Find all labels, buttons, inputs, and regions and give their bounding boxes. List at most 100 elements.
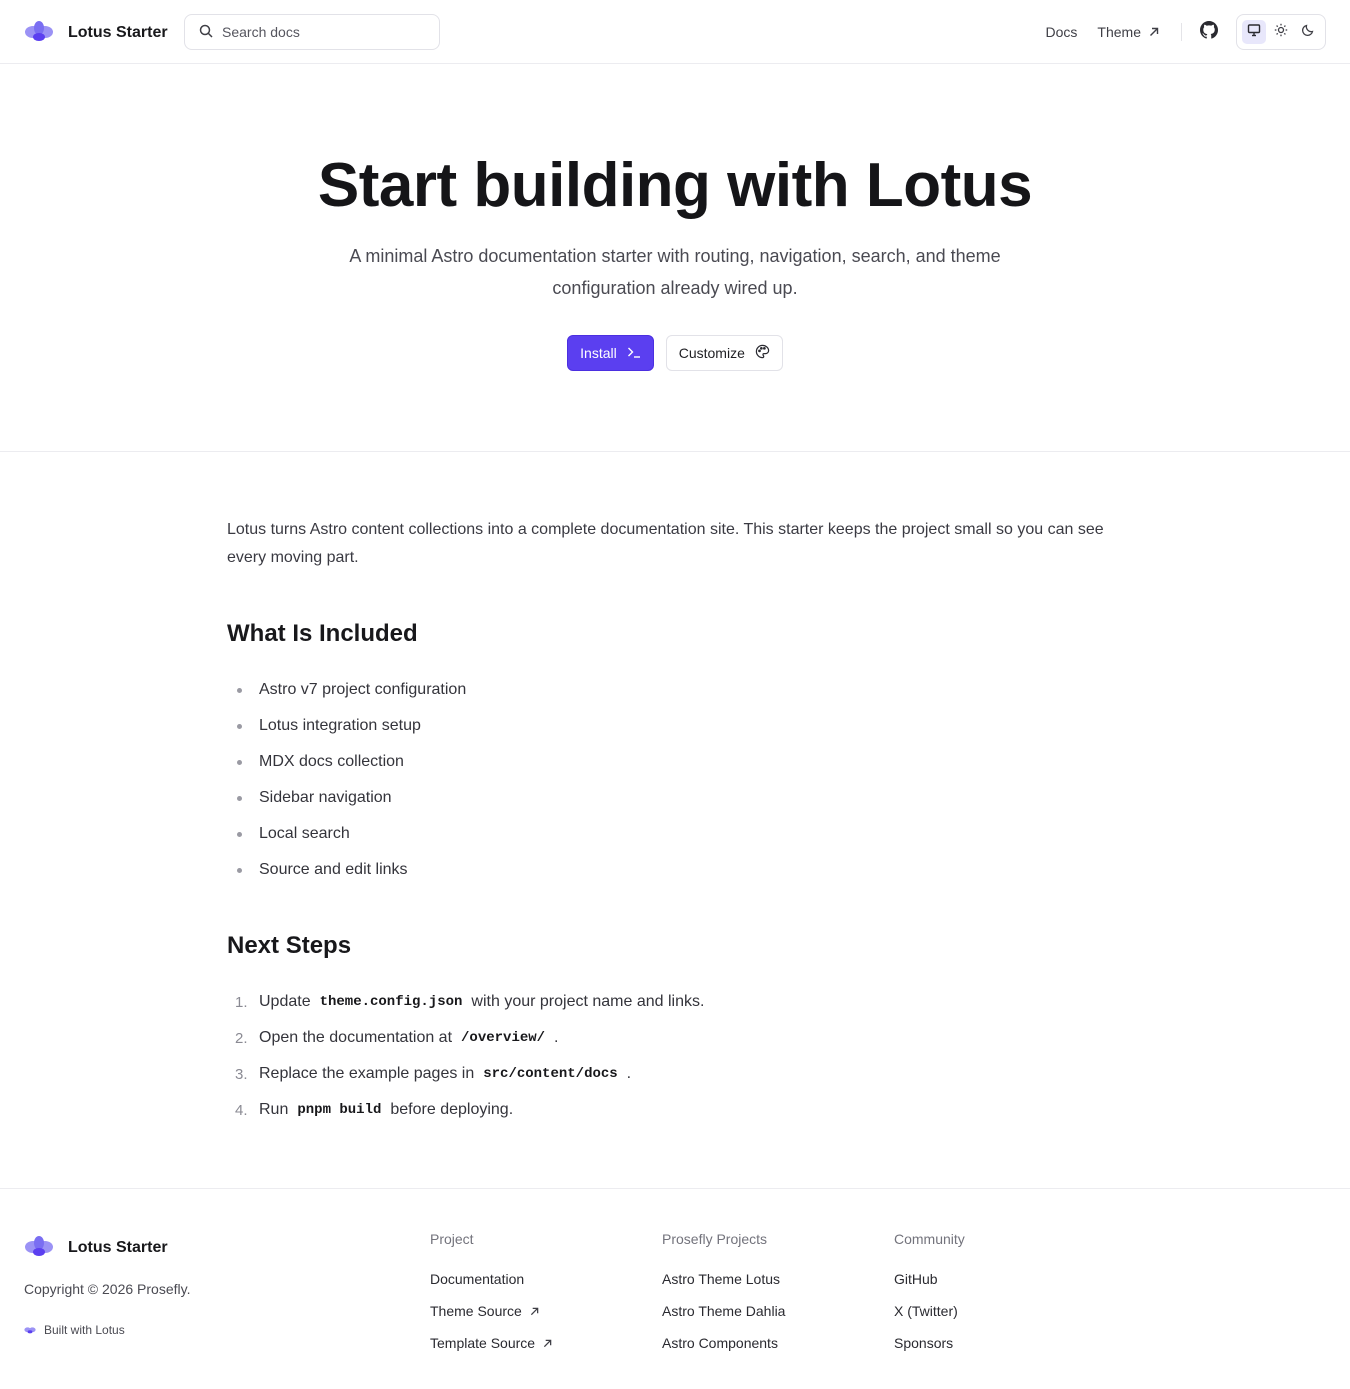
included-heading: What Is Included [227,620,418,647]
bullet [237,687,242,693]
search-icon [199,24,213,41]
install-button-label: Install [580,345,617,361]
light-theme-button[interactable] [1269,20,1293,44]
intro-paragraph: Lotus turns Astro content collections in… [227,521,1104,566]
footer-link-label: Documentation [430,1271,525,1287]
footer-link-astro-components[interactable]: Astro Components [662,1327,785,1359]
footer-link-label: Astro Theme Dahlia [662,1303,786,1319]
list-item: MDX docs collection [227,744,466,780]
step-text: Open the documentation at [259,1029,453,1046]
lotus-logo-icon [24,1233,54,1262]
top-header: Lotus Starter Search docs Docs Theme [0,0,1350,64]
included-list: Astro v7 project configuration Lotus int… [227,672,466,888]
nav-divider [1181,23,1182,41]
nav-link-label: Docs [1045,24,1078,40]
step-item: 4. Run pnpm build before deploying. [227,1092,704,1128]
footer-link-documentation[interactable]: Documentation [430,1263,552,1295]
footer-brand-name: Lotus Starter [68,1238,168,1256]
footer-column-community: Community GitHub X (Twitter) Sponsors [894,1231,965,1359]
footer-link-label: Theme Source [430,1303,522,1319]
list-item-text: Source and edit links [259,861,408,878]
step-text: . [554,1029,559,1046]
monitor-icon [1247,23,1261,42]
step-number: 3. [235,1065,248,1083]
github-icon [1200,20,1218,44]
footer-link-sponsors[interactable]: Sponsors [894,1327,965,1359]
step-text: Replace the example pages in [259,1065,475,1082]
footer-column-title: Community [894,1231,965,1247]
install-button[interactable]: Install [567,335,654,371]
footer-link-astro-theme-dahlia[interactable]: Astro Theme Dahlia [662,1295,785,1327]
list-item-text: Astro v7 project configuration [259,681,467,698]
step-item: 2. Open the documentation at/overview/. [227,1020,704,1056]
palette-icon [755,344,770,362]
header-nav: Docs Theme [1026,14,1326,50]
brand-link[interactable]: Lotus Starter [24,18,168,47]
list-item: Local search [227,816,466,852]
customize-button-label: Customize [678,345,745,361]
list-item: Source and edit links [227,852,466,888]
external-arrow-icon [543,1335,552,1351]
search-placeholder: Search docs [222,24,300,40]
footer-link-label: Sponsors [894,1335,954,1351]
theme-toggle [1236,14,1326,50]
external-arrow-icon [530,1303,539,1319]
lotus-logo-icon [24,1323,36,1337]
bullet [237,831,242,837]
hero-actions: Install Customize [0,335,1350,371]
footer-link-label: Astro Theme Lotus [662,1271,781,1287]
step-item: 3. Replace the example pages in src/conten… [227,1056,704,1092]
list-item: Astro v7 project configuration [227,672,466,708]
list-item-text: Sidebar navigation [259,789,392,806]
list-item-text: MDX docs collection [259,753,404,770]
external-arrow-icon [1149,24,1159,40]
nav-link-docs[interactable]: Docs [1046,24,1078,40]
list-item-text: Local search [259,825,350,842]
footer-link-astro-theme-lotus[interactable]: Astro Theme Lotus [662,1263,785,1295]
github-link[interactable] [1200,20,1218,44]
customize-button[interactable]: Customize [665,335,783,371]
step-number: 2. [235,1029,248,1047]
footer-link-label: Template Source [430,1335,536,1351]
step-number: 1. [235,993,248,1011]
lotus-logo-icon [24,18,54,47]
footer-link-twitter[interactable]: X (Twitter) [894,1295,965,1327]
footer-link-label: GitHub [894,1271,938,1287]
hero-section: Start building with Lotus A minimal Astr… [0,64,1350,452]
step-text: Run [259,1101,289,1118]
list-item-text: Lotus integration setup [259,717,421,734]
step-text: . [626,1065,632,1082]
step-code: src/content/docs [483,1066,618,1082]
built-with-label: Built with Lotus [44,1323,125,1337]
built-with-link[interactable]: Built with Lotus [24,1323,125,1337]
dark-theme-button[interactable] [1296,20,1320,44]
hero-subtitle: A minimal Astro documentation starter wi… [349,246,1001,298]
next-steps-heading: Next Steps [227,932,352,959]
footer-column-title: Prosefly Projects [662,1231,768,1247]
step-code: theme.config.json [319,994,463,1010]
step-text: before deploying. [390,1101,514,1118]
sun-icon [1274,23,1288,42]
brand-name: Lotus Starter [68,23,168,41]
step-text: Update [259,993,311,1010]
footer-brand-link[interactable]: Lotus Starter [24,1233,168,1262]
bullet [237,795,242,801]
terminal-icon [627,345,641,362]
footer-link-template-source[interactable]: Template Source [430,1327,552,1359]
site-footer: Lotus Starter Copyright © 2026 Prosefly.… [0,1188,1350,1389]
list-item: Lotus integration setup [227,708,466,744]
footer-link-github[interactable]: GitHub [894,1263,965,1295]
copyright-text: Copyright © 2026 Prosefly. [24,1281,191,1297]
hero-title: Start building with Lotus [317,151,1033,220]
search-input[interactable]: Search docs [184,14,440,50]
footer-link-theme-source[interactable]: Theme Source [430,1295,552,1327]
nav-link-theme[interactable]: Theme [1097,24,1159,40]
next-steps-list: 1. Update theme.config.json with your proje… [227,984,704,1128]
footer-link-label: X (Twitter) [894,1303,958,1319]
step-text: with your project name and links. [471,993,705,1010]
footer-link-label: Astro Components [662,1335,778,1351]
system-theme-button[interactable] [1242,20,1267,44]
bullet [237,867,242,873]
bullet [237,723,242,729]
step-number: 4. [235,1101,248,1119]
